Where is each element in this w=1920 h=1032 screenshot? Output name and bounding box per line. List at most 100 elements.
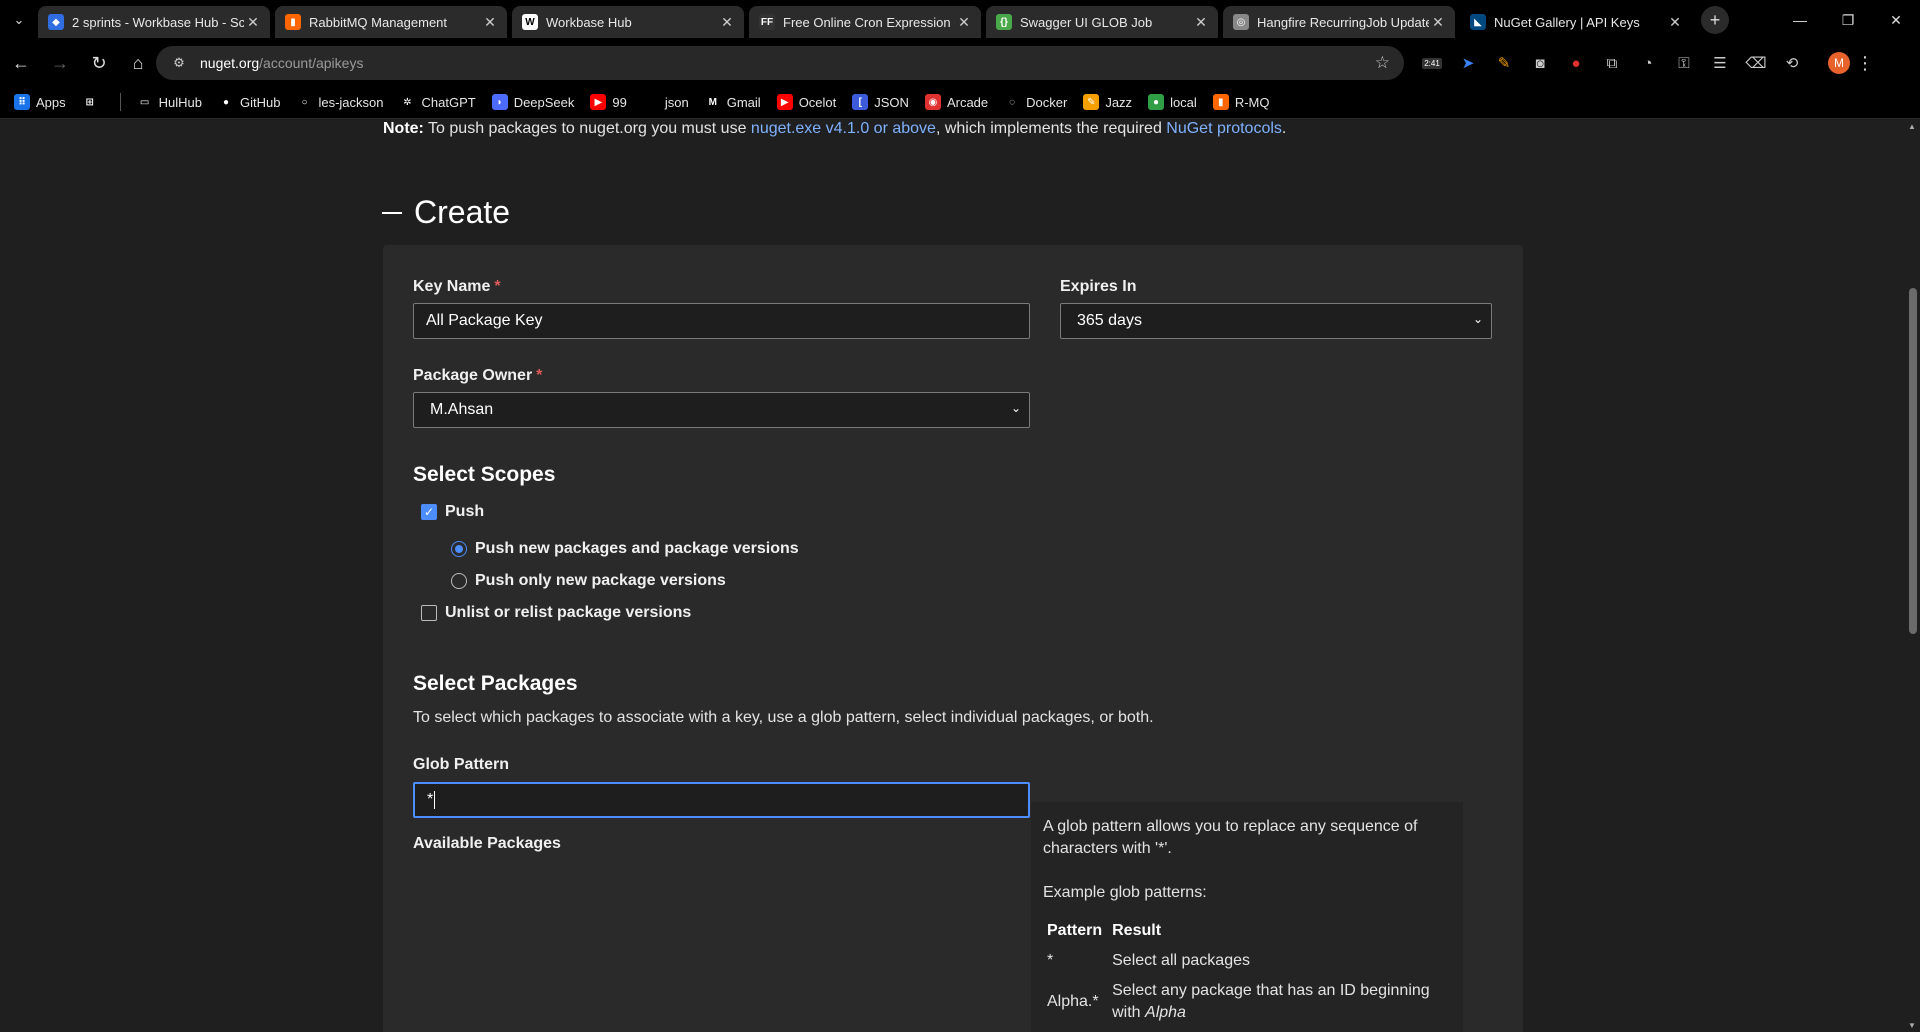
scope-push-new-row[interactable]: Push new packages and package versions	[451, 540, 799, 558]
chevron-down-icon: ⌄	[1010, 401, 1021, 415]
tab-close-icon[interactable]: ✕	[718, 14, 736, 31]
scope-push-row[interactable]: ✓ Push	[421, 503, 484, 521]
bookmark-item[interactable]: ✲ ChatGPT	[399, 94, 476, 110]
bookmark-item[interactable]: ▶ 99	[590, 94, 627, 110]
menu-kebab-icon[interactable]: ⋮	[1850, 53, 1880, 74]
puzzle-extensions-icon[interactable]: ⧉	[1594, 46, 1630, 80]
bookmark-icon: ◌	[1004, 94, 1021, 110]
bookmark-item[interactable]: [JSON	[852, 94, 909, 110]
owner-select[interactable]: M.Ahsan ⌄	[413, 392, 1030, 428]
browser-tab[interactable]: {} Swagger UI GLOB Job ✕	[986, 6, 1218, 38]
tab-favicon-icon: ◆	[48, 14, 64, 30]
tab-search-chevron-icon[interactable]: ⌄	[0, 0, 38, 40]
bookmark-item[interactable]: ⠿ Apps	[14, 94, 66, 110]
section-title: Create	[414, 194, 511, 230]
arrow-extension-icon[interactable]: ➤	[1450, 46, 1486, 80]
tabs-container: ◆ 2 sprints - Workbase Hub - Scr ✕ ▮ RabbitM…	[38, 2, 1697, 38]
trash-icon[interactable]: ⌫	[1738, 46, 1774, 80]
history-icon[interactable]: ⟲	[1774, 46, 1810, 80]
key-name-input[interactable]: All Package Key	[413, 303, 1030, 339]
note-text-1: To push packages to nuget.org you must u…	[423, 120, 751, 137]
bookmark-item[interactable]: ▭ HulHub	[136, 94, 202, 110]
record-extension-icon[interactable]: ●	[1558, 46, 1594, 80]
nuget-protocols-link[interactable]: NuGet protocols	[1166, 120, 1282, 137]
forward-icon[interactable]: →	[42, 45, 78, 81]
minimize-icon[interactable]: —	[1776, 0, 1824, 40]
push-new-radio[interactable]	[451, 541, 467, 557]
push-checkbox[interactable]: ✓	[421, 504, 437, 520]
tab-favicon-icon: ◣	[1470, 14, 1486, 30]
bookmark-icon: ✎	[1083, 94, 1100, 110]
bookmark-item[interactable]: ⊞	[81, 94, 104, 110]
bookmark-item[interactable]: M Gmail	[704, 94, 761, 110]
profile-avatar[interactable]: M	[1828, 52, 1850, 74]
tab-close-icon[interactable]: ✕	[244, 14, 262, 31]
bookmark-item[interactable]: ▶ Ocelot	[776, 94, 836, 110]
scope-push-only-row[interactable]: Push only new package versions	[451, 572, 726, 590]
tab-close-icon[interactable]: ✕	[1429, 14, 1447, 31]
unlist-checkbox[interactable]	[421, 605, 437, 621]
bookmark-label: R-MQ	[1234, 94, 1270, 110]
tab-close-icon[interactable]: ✕	[481, 14, 499, 31]
scroll-up-icon[interactable]: ▲	[1908, 122, 1916, 131]
pen-extension-icon[interactable]: ✎	[1486, 46, 1522, 80]
bookmark-icon: [	[852, 94, 869, 110]
bookmark-item[interactable]: ◗ DeepSeek	[491, 94, 575, 110]
password-key-icon[interactable]: ⚿	[1666, 46, 1702, 80]
site-info-icon[interactable]: ⚙	[170, 54, 188, 72]
incognito-icon[interactable]: ◔	[1630, 46, 1666, 80]
bookmark-item[interactable]: ◉ Arcade	[924, 94, 988, 110]
bookmark-label: Apps	[36, 94, 66, 110]
tab-close-icon[interactable]: ✕	[1192, 14, 1210, 31]
glob-pattern-input[interactable]: *	[413, 782, 1030, 818]
scroll-down-icon[interactable]: ▼	[1908, 1021, 1916, 1030]
timer-extension-icon[interactable]: 2:41	[1414, 46, 1450, 80]
bookmark-item[interactable]: json	[642, 94, 689, 110]
bookmark-item[interactable]: ◌ Docker	[1004, 94, 1067, 110]
expires-select[interactable]: 365 days ⌄	[1060, 303, 1492, 339]
browser-tab[interactable]: ▮ RabbitMQ Management ✕	[275, 6, 507, 38]
browser-tab[interactable]: ◆ 2 sprints - Workbase Hub - Scr ✕	[38, 6, 270, 38]
reload-icon[interactable]: ↻	[81, 45, 117, 81]
browser-tab[interactable]: FF Free Online Cron Expression Ge ✕	[749, 6, 981, 38]
window-controls: — ❐ ✕	[1776, 0, 1920, 40]
browser-tab[interactable]: ◎ Hangfire RecurringJob Update ✕	[1223, 6, 1455, 38]
restore-icon[interactable]: ❐	[1824, 0, 1872, 40]
extensions-area: 2:41 ➤ ✎ ◙ ● ⧉ ◔ ⚿ ☰ ⌫ ⟲ M ⋮	[1414, 46, 1880, 80]
text-cursor	[434, 791, 436, 809]
address-bar[interactable]: ⚙ nuget.org /account/apikeys ☆	[156, 46, 1404, 80]
push-label: Push	[445, 503, 485, 520]
scrollbar-thumb[interactable]	[1909, 288, 1917, 634]
bookmark-star-icon[interactable]: ☆	[1375, 53, 1390, 73]
home-icon[interactable]: ⌂	[120, 45, 156, 81]
glob-label: Glob Pattern	[413, 756, 510, 773]
bookmark-label: DeepSeek	[513, 94, 575, 110]
bookmark-icon: ○	[296, 94, 313, 110]
push-only-label: Push only new package versions	[475, 572, 726, 589]
bookmark-item[interactable]: ● GitHub	[218, 94, 280, 110]
tab-title: Workbase Hub	[546, 14, 632, 30]
reading-list-icon[interactable]: ☰	[1702, 46, 1738, 80]
tab-close-icon[interactable]: ✕	[1666, 14, 1684, 31]
browser-tab[interactable]: ◣ NuGet Gallery | API Keys ✕	[1460, 6, 1692, 38]
push-new-label: Push new packages and package versions	[475, 540, 799, 557]
result-cell: Select all packages	[1112, 952, 1250, 969]
tab-close-icon[interactable]: ✕	[955, 14, 973, 31]
camera-extension-icon[interactable]: ◙	[1522, 46, 1558, 80]
page-scrollbar[interactable]: ▲ ▼	[1905, 120, 1920, 1032]
bookmark-icon: M	[704, 94, 721, 110]
push-only-radio[interactable]	[451, 573, 467, 589]
bookmark-item[interactable]: ✎ Jazz	[1083, 94, 1132, 110]
scope-unlist-row[interactable]: Unlist or relist package versions	[421, 604, 691, 622]
bookmark-item[interactable]: ○ les-jackson	[296, 94, 384, 110]
back-icon[interactable]: ←	[3, 45, 39, 81]
create-section-toggle[interactable]: Create	[382, 194, 510, 231]
packages-title: Select Packages	[413, 672, 578, 695]
close-window-icon[interactable]: ✕	[1872, 0, 1920, 40]
new-tab-button[interactable]: +	[1701, 6, 1729, 34]
bookmark-item[interactable]: ▮ R-MQ	[1212, 94, 1270, 110]
bookmark-item[interactable]: ● local	[1148, 94, 1197, 110]
nuget-exe-link[interactable]: nuget.exe v4.1.0 or above	[751, 120, 936, 137]
expires-label: Expires In	[1060, 278, 1137, 295]
browser-tab[interactable]: W Workbase Hub ✕	[512, 6, 744, 38]
